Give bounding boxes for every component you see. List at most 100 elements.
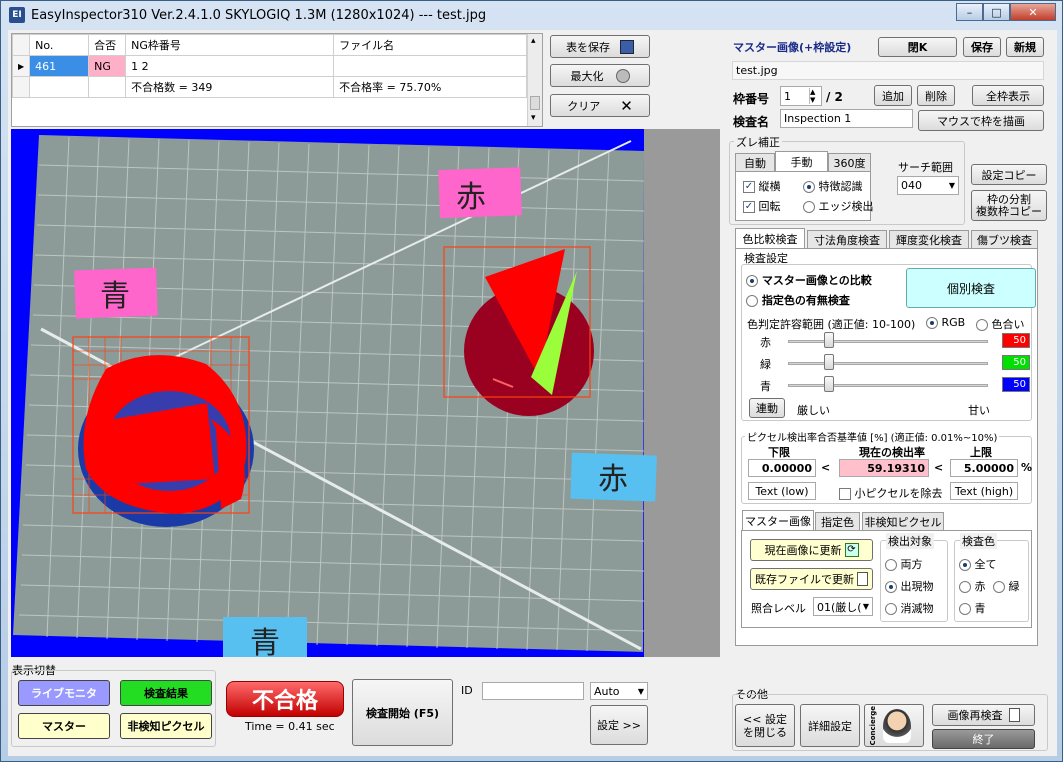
all-colors-radio[interactable]: 全て <box>959 556 997 572</box>
hue-radio[interactable]: 色合い <box>976 316 1025 332</box>
copy-settings-button[interactable]: 設定コピー <box>971 164 1047 185</box>
col-header-ng[interactable]: NG枠番号 <box>125 34 335 56</box>
small-pixel-checkbox[interactable]: 小ピクセルを除去 <box>839 485 943 501</box>
scroll-down-icon[interactable]: ▾ <box>531 113 536 123</box>
exit-button[interactable]: 終了 <box>932 729 1035 749</box>
master-new-button[interactable]: 新規 <box>1006 37 1044 57</box>
red-color-radio-icon[interactable] <box>959 581 971 593</box>
close-window-button[interactable]: ✕ <box>1010 3 1056 21</box>
image-viewer[interactable]: 赤 青 赤 青 <box>11 129 720 661</box>
col-header-result[interactable]: 合否 <box>88 34 127 56</box>
update-current-button[interactable]: 現在画像に更新 ⟳ <box>750 539 873 561</box>
master-save-button[interactable]: 保存 <box>963 37 1001 57</box>
green-color-radio[interactable]: 緑 <box>993 578 1020 594</box>
result-button[interactable]: 検査結果 <box>120 680 212 706</box>
edge-radio[interactable]: エッジ検出 <box>803 198 874 214</box>
chevron-down-icon[interactable]: ▼ <box>863 602 869 611</box>
vh-checkbox[interactable]: ✓ 縦横 <box>743 178 781 194</box>
blue-color-radio[interactable]: 青 <box>959 600 986 616</box>
blue-color-radio-icon[interactable] <box>959 603 971 615</box>
green-color-radio-icon[interactable] <box>993 581 1005 593</box>
red-slider-thumb[interactable] <box>824 332 834 348</box>
scroll-thumb[interactable] <box>530 96 540 110</box>
text-high-field[interactable]: Text (high) <box>950 482 1018 500</box>
chevron-down-icon[interactable]: ▼ <box>949 181 955 190</box>
draw-frame-mouse-button[interactable]: マウスで枠を描画 <box>918 110 1044 131</box>
feature-radio-icon[interactable] <box>803 181 815 193</box>
compare-master-radio[interactable]: マスター画像との比較 <box>746 272 872 288</box>
inspection-image[interactable]: 赤 青 赤 青 <box>11 129 720 661</box>
red-color-radio[interactable]: 赤 <box>959 578 986 594</box>
cell-file[interactable] <box>333 55 527 77</box>
frame-number-value[interactable]: 1 <box>784 90 791 103</box>
text-low-field[interactable]: Text (low) <box>748 482 816 500</box>
tab-non-detect[interactable]: 非検知ピクセル <box>862 512 944 530</box>
individual-inspection-button[interactable]: 個別検査 <box>906 268 1036 308</box>
upper-limit-input[interactable]: 5.00000 <box>950 459 1018 477</box>
blue-slider-track[interactable] <box>788 384 988 387</box>
tab-color-compare[interactable]: 色比較検査 <box>735 228 805 248</box>
vanish-radio[interactable]: 消滅物 <box>885 600 934 616</box>
feature-radio[interactable]: 特徴認識 <box>803 178 863 194</box>
cell-no[interactable]: 461 <box>29 55 90 77</box>
frame-number-spinner[interactable]: 1 ▲ ▼ <box>780 86 822 106</box>
tab-dimension[interactable]: 寸法角度検査 <box>807 230 887 248</box>
maximize-table-button[interactable]: 最大化 <box>550 64 650 87</box>
rgb-radio[interactable]: RGB <box>926 316 965 329</box>
green-slider-track[interactable] <box>788 362 988 365</box>
col-header-no[interactable]: No. <box>29 34 90 56</box>
tab-brightness[interactable]: 輝度変化検査 <box>889 230 969 248</box>
update-file-button[interactable]: 既存ファイルで更新 <box>750 568 873 590</box>
tab-specified-color[interactable]: 指定色 <box>815 512 860 530</box>
blue-slider-thumb[interactable] <box>824 376 834 392</box>
reinspect-button[interactable]: 画像再検査 <box>932 704 1035 726</box>
clear-button[interactable]: クリア ✕ <box>550 94 650 117</box>
compare-master-radio-icon[interactable] <box>746 275 758 287</box>
search-range-select[interactable]: 040 ▼ <box>897 176 959 195</box>
tab-scratch[interactable]: 傷ブツ検査 <box>971 230 1038 248</box>
tab-360[interactable]: 360度 <box>828 153 871 171</box>
master-close-button[interactable]: 閉K <box>878 37 957 57</box>
show-all-frames-button[interactable]: 全枠表示 <box>972 85 1044 106</box>
detail-settings-button[interactable]: 詳細設定 <box>800 704 860 747</box>
auto-value[interactable]: Auto <box>594 685 620 698</box>
table-scrollbar[interactable]: ▴ ▾ <box>527 34 542 126</box>
link-button[interactable]: 連動 <box>749 398 785 418</box>
appear-radio-icon[interactable] <box>885 581 897 593</box>
search-range-value[interactable]: 040 <box>901 179 922 192</box>
start-inspection-button[interactable]: 検査開始 (F5) <box>352 679 453 746</box>
non-detect-button[interactable]: 非検知ピクセル <box>120 713 212 739</box>
lower-limit-input[interactable]: 0.00000 <box>748 459 816 477</box>
both-radio-icon[interactable] <box>885 559 897 571</box>
spinner-arrows-icon[interactable]: ▲ ▼ <box>809 88 820 104</box>
add-frame-button[interactable]: 追加 <box>874 85 912 106</box>
minimize-button[interactable]: – <box>956 3 983 21</box>
chevron-down-icon[interactable]: ▼ <box>638 687 644 696</box>
cell-ng[interactable]: 1 2 <box>125 55 335 77</box>
col-header-file[interactable]: ファイル名 <box>333 34 527 56</box>
tab-auto[interactable]: 自動 <box>735 153 775 171</box>
color-presence-radio-icon[interactable] <box>746 295 758 307</box>
appear-radio[interactable]: 出現物 <box>885 578 934 594</box>
tab-manual[interactable]: 手動 <box>775 151 828 171</box>
auto-select[interactable]: Auto ▼ <box>590 682 648 700</box>
hue-radio-icon[interactable] <box>976 319 988 331</box>
match-level-value[interactable]: 01(厳し( <box>817 599 862 615</box>
vh-check-icon[interactable]: ✓ <box>743 181 755 193</box>
live-monitor-button[interactable]: ライブモニタ <box>18 680 110 706</box>
small-pixel-check-icon[interactable] <box>839 488 851 500</box>
rotate-checkbox[interactable]: ✓ 回転 <box>743 198 781 214</box>
match-level-select[interactable]: 01(厳し( ▼ <box>813 597 873 616</box>
save-table-button[interactable]: 表を保存 <box>550 35 650 58</box>
tab-master-image[interactable]: マスター画像 <box>742 510 814 530</box>
rgb-radio-icon[interactable] <box>926 317 938 329</box>
color-presence-radio[interactable]: 指定色の有無検査 <box>746 292 850 308</box>
rotate-check-icon[interactable]: ✓ <box>743 201 755 213</box>
inspection-name-input[interactable]: Inspection 1 <box>780 109 913 128</box>
vanish-radio-icon[interactable] <box>885 603 897 615</box>
concierge-button[interactable]: Concierge <box>864 704 924 747</box>
id-input[interactable] <box>482 682 584 700</box>
settings-toggle-button[interactable]: 設定 >> <box>590 705 648 745</box>
edge-radio-icon[interactable] <box>803 201 815 213</box>
scroll-up-icon[interactable]: ▴ <box>531 36 536 46</box>
